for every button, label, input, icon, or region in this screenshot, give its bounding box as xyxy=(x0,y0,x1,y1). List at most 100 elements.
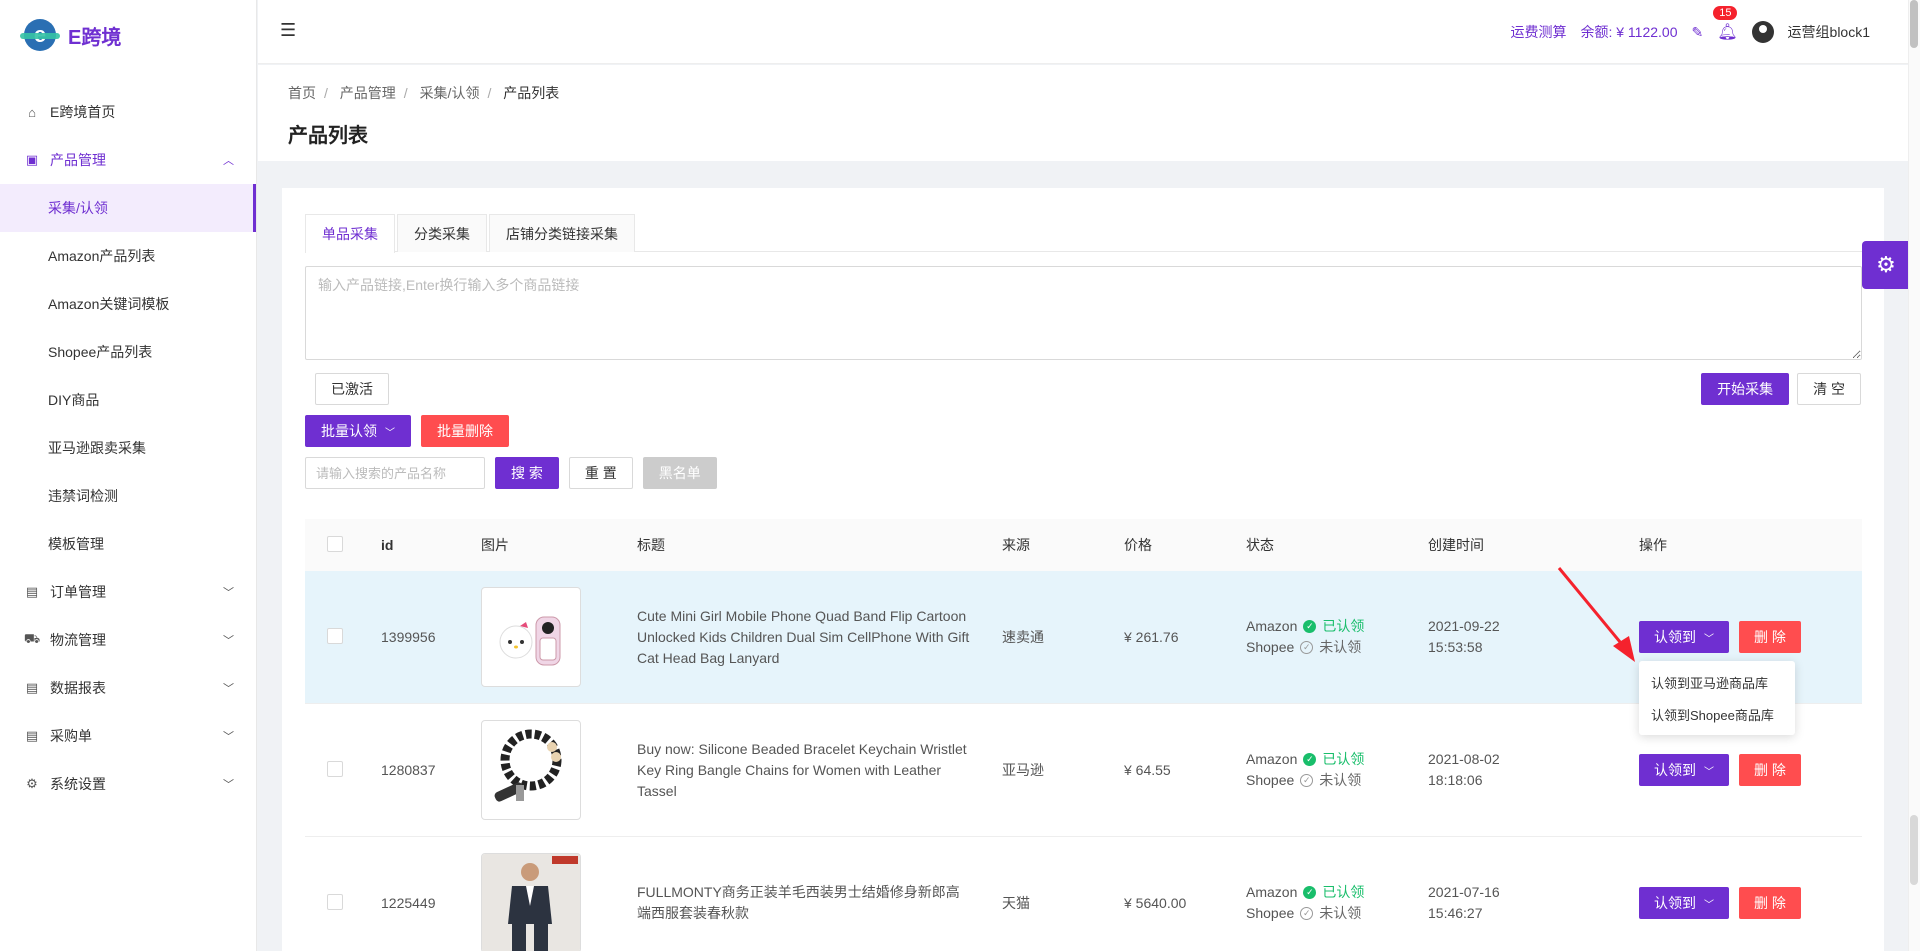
status-claimed: 已认领 xyxy=(1322,618,1365,634)
report-icon: ▤ xyxy=(25,680,39,695)
activated-button[interactable]: 已激活 xyxy=(315,373,389,405)
check-circle-outline-icon: ✓ xyxy=(1300,641,1314,654)
chevron-down-icon: ﹀ xyxy=(1704,899,1714,911)
avatar[interactable] xyxy=(1751,21,1774,43)
chevron-up-icon: ︿ xyxy=(223,155,234,167)
page-scrollbar[interactable] xyxy=(1908,0,1920,951)
header-actions: 运费测算 余额: ¥ 1122.00 ✎ 🔔︎ 15 运营组block1 xyxy=(1510,0,1870,64)
sidebar-item-logistics[interactable]: ⛟ 物流管理 ﹀ xyxy=(0,616,256,664)
sidebar-menu: ⌂ E跨境首页 ▣ 产品管理 ︿ 采集/认领 Amazon产品列表 Amazon… xyxy=(0,88,256,808)
sidebar-subitem-label: DIY商品 xyxy=(48,392,100,408)
platform-shopee: Shopee xyxy=(1246,905,1295,921)
sidebar-item-reports[interactable]: ▤ 数据报表 ﹀ xyxy=(0,664,256,712)
sidebar-subitem-amazon-follow-sell[interactable]: 亚马逊跟卖采集 xyxy=(0,424,256,472)
col-image: 图片 xyxy=(481,537,509,553)
sidebar-item-settings[interactable]: ⚙ 系统设置 ﹀ xyxy=(0,760,256,808)
side-scroll-handle[interactable] xyxy=(1910,815,1918,885)
status-claimed: 已认领 xyxy=(1322,884,1365,900)
delete-button[interactable]: 删 除 xyxy=(1739,754,1801,786)
tab-category-collect[interactable]: 分类采集 xyxy=(397,214,487,252)
platform-amazon: Amazon xyxy=(1246,618,1298,634)
delete-button[interactable]: 删 除 xyxy=(1739,621,1801,653)
order-icon: ▤ xyxy=(25,584,39,599)
sidebar-subitem-label: Amazon关键词模板 xyxy=(48,296,170,312)
claim-to-shopee-option[interactable]: 认领到Shopee商品库 xyxy=(1639,698,1795,730)
row-title[interactable]: Cute Mini Girl Mobile Phone Quad Band Fl… xyxy=(637,606,1002,669)
sidebar-subitem-label: 违禁词检测 xyxy=(48,488,118,504)
row-checkbox[interactable] xyxy=(327,893,343,910)
breadcrumb-collect-claim[interactable]: 采集/认领 xyxy=(420,85,480,101)
sidebar-subitem-diy-products[interactable]: DIY商品 xyxy=(0,376,256,424)
tab-single-collect[interactable]: 单品采集 xyxy=(305,214,395,253)
select-all-checkbox[interactable] xyxy=(327,535,343,552)
sidebar-item-product-management[interactable]: ▣ 产品管理 ︿ xyxy=(0,136,256,184)
sidebar-subitem-label: Amazon产品列表 xyxy=(48,248,156,264)
user-name[interactable]: 运营组block1 xyxy=(1788,22,1870,42)
table-row: 1225449 FULLMONTY商务正装羊毛西装男士结婚修身新郎高端西服套装春… xyxy=(305,837,1862,951)
blacklist-button[interactable]: 黑名单 xyxy=(642,457,717,489)
batch-claim-button[interactable]: 批量认领 ﹀ xyxy=(305,415,411,447)
sidebar-item-label: 数据报表 xyxy=(50,680,106,696)
sidebar-item-label: 物流管理 xyxy=(50,632,106,648)
menu-fold-icon[interactable]: ☰ xyxy=(280,20,300,40)
chevron-down-icon: ﹀ xyxy=(223,779,234,791)
breadcrumb-product-management[interactable]: 产品管理 xyxy=(340,85,396,101)
sidebar-subitem-amazon-keyword-template[interactable]: Amazon关键词模板 xyxy=(0,280,256,328)
chevron-down-icon: ﹀ xyxy=(223,731,234,743)
edit-icon[interactable]: ✎ xyxy=(1691,24,1703,41)
sidebar-subitem-template-management[interactable]: 模板管理 xyxy=(0,520,256,568)
chevron-down-icon: ﹀ xyxy=(385,427,395,439)
sidebar-item-purchase-orders[interactable]: ▤ 采购单 ﹀ xyxy=(0,712,256,760)
status-unclaimed: 未认领 xyxy=(1319,639,1362,655)
reset-button[interactable]: 重 置 xyxy=(568,457,633,489)
sidebar-item-home[interactable]: ⌂ E跨境首页 xyxy=(0,88,256,136)
batch-delete-button[interactable]: 批量删除 xyxy=(421,415,509,447)
row-actions: 认领到 ﹀ 删 除 认领到亚马逊商品库 认领到Shopee商品库 xyxy=(1639,621,1860,735)
claim-to-button[interactable]: 认领到 ﹀ xyxy=(1639,754,1729,786)
claim-to-button[interactable]: 认领到 ﹀ xyxy=(1639,621,1729,653)
claim-to-button[interactable]: 认领到 ﹀ xyxy=(1639,887,1729,919)
chevron-down-icon: ﹀ xyxy=(1704,633,1714,645)
row-title[interactable]: FULLMONTY商务正装羊毛西装男士结婚修身新郎高端西服套装春秋款 xyxy=(637,882,1002,924)
start-collect-button[interactable]: 开始采集 xyxy=(1701,373,1790,405)
product-thumbnail[interactable] xyxy=(481,720,581,820)
freight-calc-link[interactable]: 运费测算 xyxy=(1510,22,1566,42)
chevron-down-icon: ﹀ xyxy=(223,635,234,647)
delete-button[interactable]: 删 除 xyxy=(1739,887,1801,919)
row-status: Amazon ✓ 已认领 Shopee ✓ 未认领 xyxy=(1246,749,1428,791)
sidebar-subitem-banned-words[interactable]: 违禁词检测 xyxy=(0,472,256,520)
claim-to-amazon-option[interactable]: 认领到亚马逊商品库 xyxy=(1639,666,1795,698)
product-search-input[interactable] xyxy=(305,457,485,489)
row-checkbox[interactable] xyxy=(327,627,343,644)
sidebar-subitem-label: 模板管理 xyxy=(48,536,104,552)
bell-icon[interactable]: 🔔︎ 15 xyxy=(1713,6,1738,42)
tab-store-category-collect[interactable]: 店铺分类链接采集 xyxy=(489,214,635,252)
platform-amazon: Amazon xyxy=(1246,884,1298,900)
scrollbar-thumb[interactable] xyxy=(1910,0,1918,48)
col-title: 标题 xyxy=(637,536,665,553)
clear-button[interactable]: 清 空 xyxy=(1797,373,1861,405)
breadcrumb-home[interactable]: 首页 xyxy=(288,85,316,101)
chevron-down-icon: ﹀ xyxy=(223,683,234,695)
claim-to-label: 认领到 xyxy=(1654,629,1696,645)
status-unclaimed: 未认领 xyxy=(1319,772,1362,788)
sidebar-subitem-shopee-products[interactable]: Shopee产品列表 xyxy=(0,328,256,376)
check-circle-icon: ✓ xyxy=(1303,753,1317,766)
product-thumbnail[interactable] xyxy=(481,853,581,951)
collect-actions: 已激活 开始采集 清 空 xyxy=(305,373,1861,405)
sidebar-subitem-collect-claim[interactable]: 采集/认领 xyxy=(0,184,256,232)
page-title: 产品列表 xyxy=(288,125,368,147)
product-icon: ▣ xyxy=(25,152,39,167)
product-thumbnail[interactable] xyxy=(481,587,581,687)
sidebar-subitem-amazon-products[interactable]: Amazon产品列表 xyxy=(0,232,256,280)
product-link-input[interactable] xyxy=(305,266,1862,360)
search-button[interactable]: 搜 索 xyxy=(495,457,559,489)
row-checkbox[interactable] xyxy=(327,760,343,777)
settings-fab-gear-icon[interactable]: ⚙ xyxy=(1862,241,1910,289)
row-title[interactable]: Buy now: Silicone Beaded Bracelet Keycha… xyxy=(637,739,1002,802)
suit-image xyxy=(482,854,580,951)
app-logo[interactable]: e E跨境 xyxy=(0,0,256,70)
col-actions: 操作 xyxy=(1639,537,1667,553)
check-circle-icon: ✓ xyxy=(1303,620,1317,633)
sidebar-item-orders[interactable]: ▤ 订单管理 ﹀ xyxy=(0,568,256,616)
